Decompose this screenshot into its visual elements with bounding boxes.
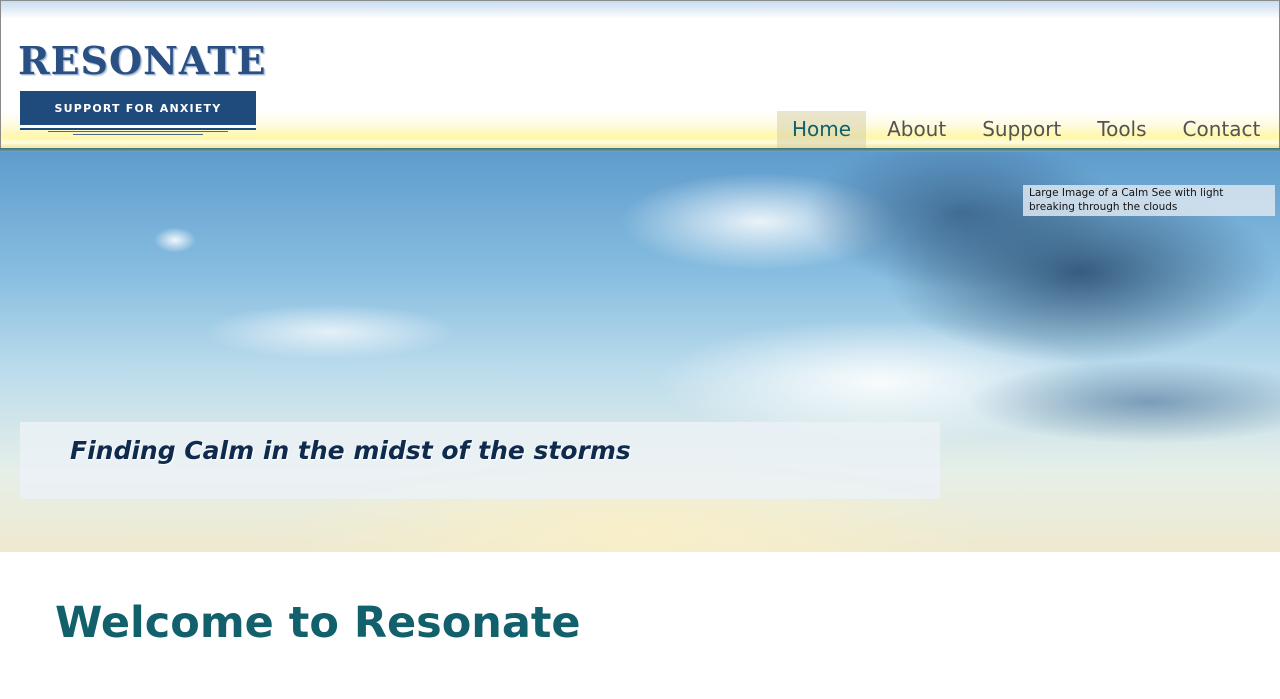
- hero-caption: Finding Calm in the midst of the storms: [70, 436, 631, 465]
- nav-item-about[interactable]: About: [872, 111, 961, 151]
- hero-image: Large Image of a Calm See with light bre…: [0, 152, 1280, 552]
- nav-item-contact[interactable]: Contact: [1168, 111, 1276, 151]
- main-nav: Home About Support Tools Contact: [777, 111, 1280, 151]
- hero-image-alt-text: Large Image of a Calm See with light bre…: [1023, 185, 1275, 216]
- resonate-logo[interactable]: RESONATE SUPPORT FOR ANXIETY: [18, 38, 267, 139]
- logo-tagline: SUPPORT FOR ANXIETY: [54, 101, 222, 115]
- site-header: RESONATE SUPPORT FOR ANXIETY Home About …: [0, 0, 1280, 151]
- hero-caption-box: Finding Calm in the midst of the storms: [20, 422, 940, 499]
- page-title: Welcome to Resonate: [55, 598, 581, 648]
- nav-item-home[interactable]: Home: [777, 111, 867, 151]
- logo-wordmark: RESONATE: [18, 38, 267, 83]
- logo-banner: SUPPORT FOR ANXIETY: [20, 91, 256, 128]
- logo-underline-decoration: [48, 131, 228, 137]
- nav-item-tools[interactable]: Tools: [1082, 111, 1161, 151]
- nav-item-support[interactable]: Support: [967, 111, 1076, 151]
